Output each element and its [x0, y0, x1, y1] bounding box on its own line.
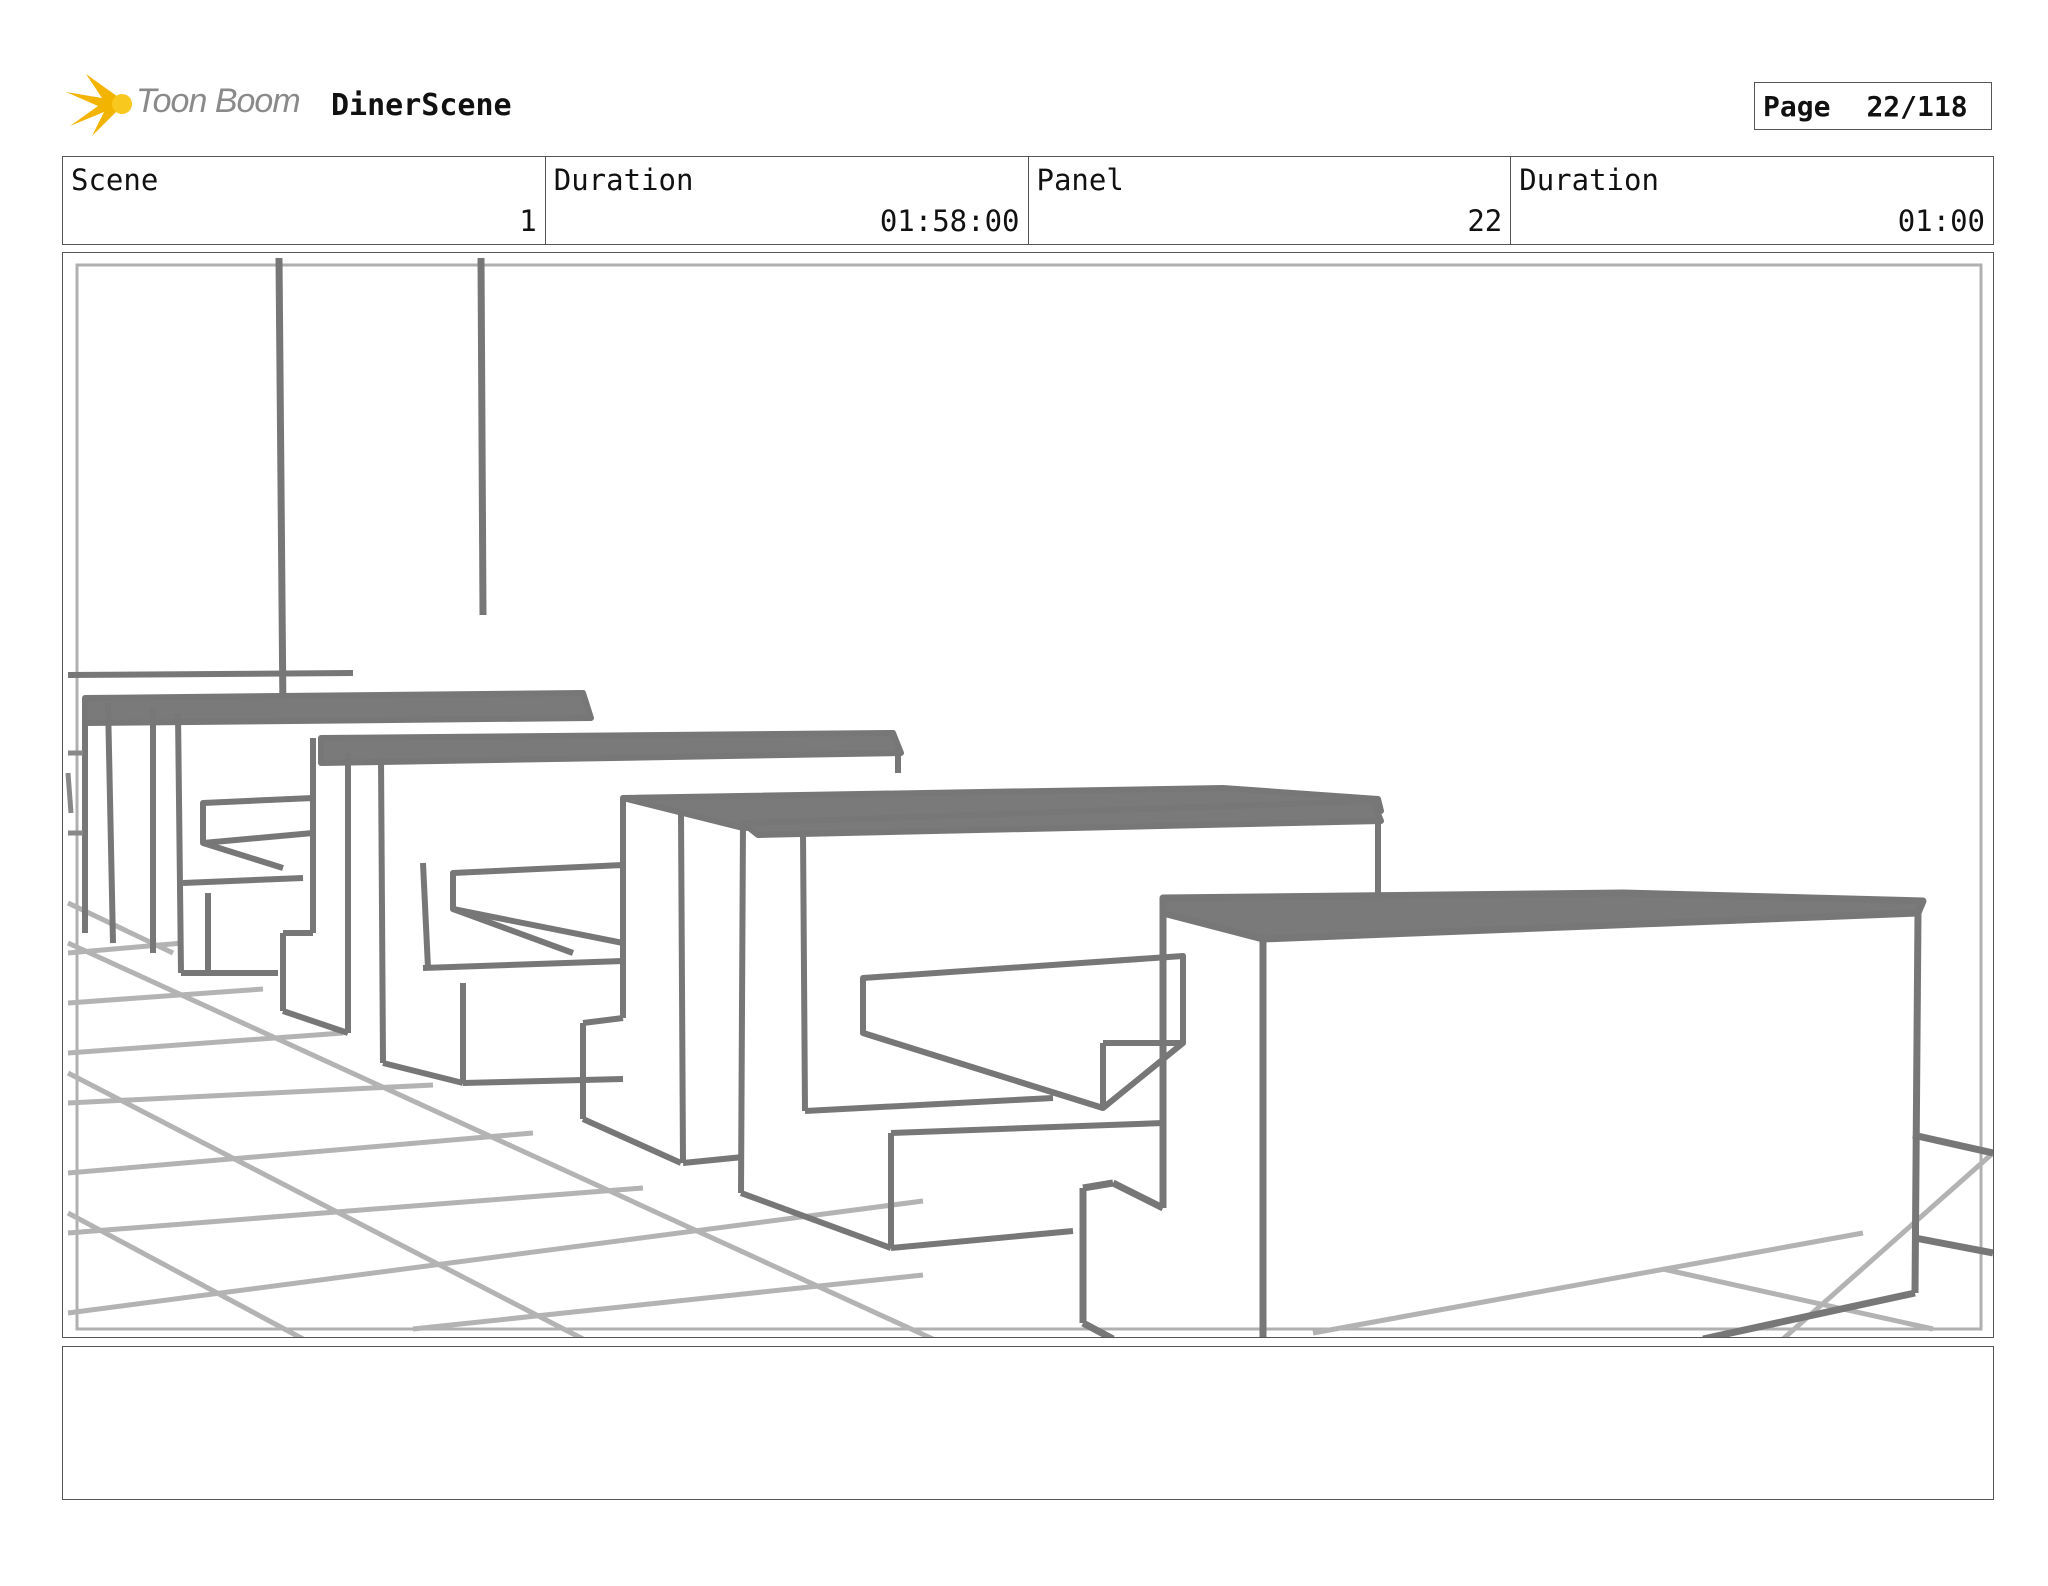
logo-text: Toon Boom [136, 82, 301, 120]
scene-label: Scene [71, 163, 159, 197]
toon-boom-logo: Toon Boom [66, 70, 316, 142]
lamp-cords [275, 257, 487, 716]
scene-cell: Scene 1 [63, 157, 546, 244]
panel-value: 22 [1467, 204, 1503, 238]
scene-duration-cell: Duration 01:58:00 [546, 157, 1029, 244]
scene-duration-value: 01:58:00 [879, 204, 1020, 238]
panel-sketch [65, 257, 1993, 1337]
scene-duration-label: Duration [553, 163, 694, 197]
panel-duration-value: 01:00 [1897, 204, 1985, 238]
page-number: 22/118 [1866, 89, 1968, 123]
scene-value: 1 [519, 204, 537, 238]
panel-duration-label: Duration [1519, 163, 1659, 197]
project-title: DinerScene [331, 88, 512, 123]
panel-label: Panel [1036, 163, 1124, 197]
info-row: Scene 1 Duration 01:58:00 Panel 22 Durat… [62, 156, 1994, 245]
page-label: Page [1763, 89, 1831, 123]
panel-cell: Panel 22 [1029, 157, 1512, 244]
booth-4 [738, 798, 1384, 1251]
panel-duration-cell: Duration 01:00 [1511, 157, 1993, 244]
page-indicator: Page 22/118 [1754, 82, 1992, 130]
starburst-icon [66, 74, 132, 136]
notes-box [62, 1346, 1994, 1500]
booth-2 [280, 730, 904, 1086]
storyboard-panel [62, 252, 1994, 1338]
